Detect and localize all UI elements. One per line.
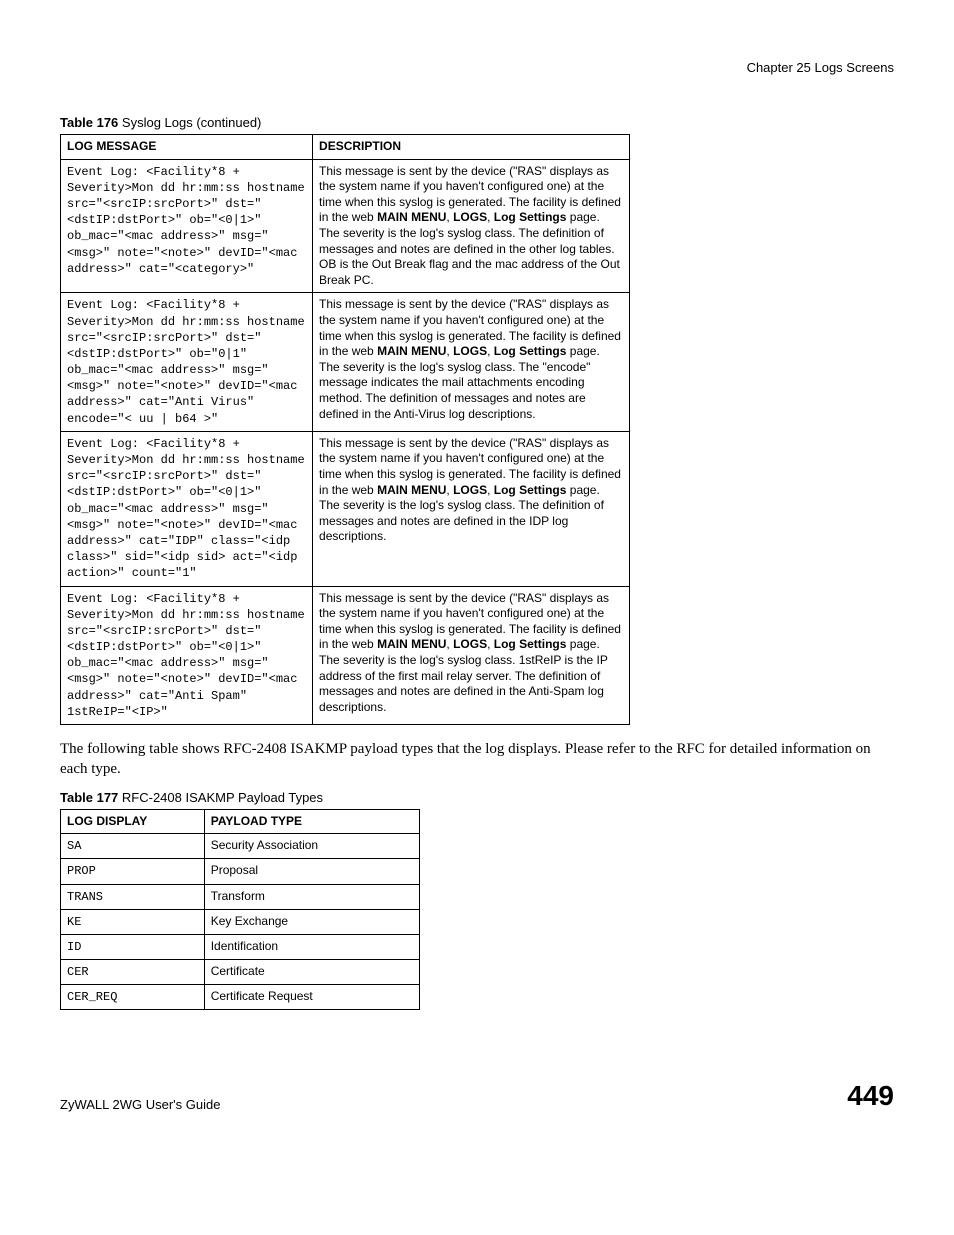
- payload-type-cell: Security Association: [204, 834, 419, 859]
- table176-head-logmessage: LOG MESSAGE: [61, 135, 313, 160]
- payload-type-cell: Transform: [204, 884, 419, 909]
- table177-head-payloadtype: PAYLOAD TYPE: [204, 809, 419, 834]
- log-display-cell: PROP: [61, 859, 205, 884]
- body-paragraph: The following table shows RFC-2408 ISAKM…: [60, 739, 894, 780]
- log-display-cell: CER: [61, 960, 205, 985]
- description-cell: This message is sent by the device ("RAS…: [313, 431, 630, 586]
- page-header-chapter: Chapter 25 Logs Screens: [60, 60, 894, 75]
- table176-head-description: DESCRIPTION: [313, 135, 630, 160]
- log-display-cell: TRANS: [61, 884, 205, 909]
- table-row: PROP Proposal: [61, 859, 420, 884]
- log-message-cell: Event Log: <Facility*8 + Severity>Mon dd…: [61, 431, 313, 586]
- table-row: KE Key Exchange: [61, 909, 420, 934]
- description-cell: This message is sent by the device ("RAS…: [313, 586, 630, 725]
- table-row: Event Log: <Facility*8 + Severity>Mon dd…: [61, 293, 630, 432]
- table-row: ID Identification: [61, 934, 420, 959]
- table177: LOG DISPLAY PAYLOAD TYPE SA Security Ass…: [60, 809, 420, 1011]
- page-footer: ZyWALL 2WG User's Guide 449: [60, 1080, 894, 1112]
- table-row: Event Log: <Facility*8 + Severity>Mon dd…: [61, 159, 630, 293]
- log-display-cell: CER_REQ: [61, 985, 205, 1010]
- table176: LOG MESSAGE DESCRIPTION Event Log: <Faci…: [60, 134, 630, 725]
- payload-type-cell: Certificate: [204, 960, 419, 985]
- table176-caption-rest: Syslog Logs (continued): [118, 115, 261, 130]
- table177-caption: Table 177 RFC-2408 ISAKMP Payload Types: [60, 790, 894, 805]
- table-row: Event Log: <Facility*8 + Severity>Mon dd…: [61, 586, 630, 725]
- table176-caption: Table 176 Syslog Logs (continued): [60, 115, 894, 130]
- table177-caption-rest: RFC-2408 ISAKMP Payload Types: [118, 790, 323, 805]
- log-message-cell: Event Log: <Facility*8 + Severity>Mon dd…: [61, 293, 313, 432]
- payload-type-cell: Key Exchange: [204, 909, 419, 934]
- table177-head-logdisplay: LOG DISPLAY: [61, 809, 205, 834]
- table176-caption-bold: Table 176: [60, 115, 118, 130]
- payload-type-cell: Identification: [204, 934, 419, 959]
- log-display-cell: SA: [61, 834, 205, 859]
- log-message-cell: Event Log: <Facility*8 + Severity>Mon dd…: [61, 159, 313, 293]
- table-row: TRANS Transform: [61, 884, 420, 909]
- table-row: CER_REQ Certificate Request: [61, 985, 420, 1010]
- table-row: CER Certificate: [61, 960, 420, 985]
- description-cell: This message is sent by the device ("RAS…: [313, 159, 630, 293]
- footer-page-number: 449: [847, 1080, 894, 1112]
- payload-type-cell: Proposal: [204, 859, 419, 884]
- log-message-cell: Event Log: <Facility*8 + Severity>Mon dd…: [61, 586, 313, 725]
- table-row: Event Log: <Facility*8 + Severity>Mon dd…: [61, 431, 630, 586]
- description-cell: This message is sent by the device ("RAS…: [313, 293, 630, 432]
- payload-type-cell: Certificate Request: [204, 985, 419, 1010]
- table177-caption-bold: Table 177: [60, 790, 118, 805]
- footer-guide-title: ZyWALL 2WG User's Guide: [60, 1097, 220, 1112]
- table-row: SA Security Association: [61, 834, 420, 859]
- log-display-cell: KE: [61, 909, 205, 934]
- log-display-cell: ID: [61, 934, 205, 959]
